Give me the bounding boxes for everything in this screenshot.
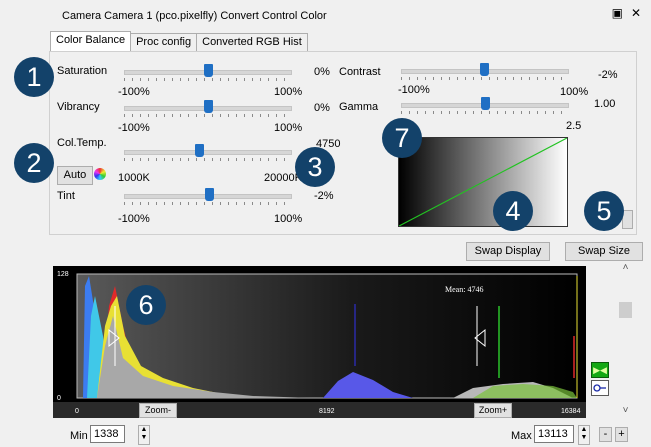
window-title: Camera Camera 1 (pco.pixelfly) Convert C… xyxy=(62,10,327,22)
min-spinner[interactable]: ▲ ▼ xyxy=(138,425,150,445)
histogram-y-max: 128 xyxy=(57,271,69,278)
gamma-curve-preview xyxy=(398,137,568,227)
vibrancy-label: Vibrancy xyxy=(57,101,100,113)
tab-bar: Color Balance Proc config Converted RGB … xyxy=(50,31,308,52)
coltemp-label: Col.Temp. xyxy=(57,137,107,149)
contrast-label: Contrast xyxy=(339,66,381,78)
histogram-mean: Mean: 4746 xyxy=(445,285,483,294)
key-icon-svg xyxy=(593,384,606,392)
zoom-minus-button[interactable]: Zoom- xyxy=(139,403,177,418)
saturation-thumb[interactable] xyxy=(204,64,213,77)
increment-button[interactable]: + xyxy=(615,427,628,442)
contrast-min: -100% xyxy=(398,84,430,96)
max-input[interactable]: 13113 xyxy=(534,425,574,443)
tint-value: -2% xyxy=(314,190,334,202)
contrast-ticks xyxy=(401,77,567,80)
vibrancy-thumb[interactable] xyxy=(204,100,213,113)
color-wheel-icon[interactable] xyxy=(94,168,106,180)
badge-6: 6 xyxy=(126,285,166,325)
coltemp-min: 1000K xyxy=(118,172,150,184)
min-input[interactable]: 1338 xyxy=(90,425,125,443)
play-markers-icon[interactable]: ▶◀ xyxy=(591,362,609,378)
badge-7: 7 xyxy=(382,118,422,158)
contrast-thumb[interactable] xyxy=(480,63,489,76)
saturation-ticks xyxy=(124,78,290,81)
vibrancy-max: 100% xyxy=(274,122,303,134)
tint-thumb[interactable] xyxy=(205,188,214,201)
vibrancy-min: -100% xyxy=(118,122,150,134)
badge-2: 2 xyxy=(14,143,54,183)
badge-3: 3 xyxy=(295,147,335,187)
swap-display-button[interactable]: Swap Display xyxy=(466,242,550,261)
tab-converted-rgb-hist[interactable]: Converted RGB Hist xyxy=(196,33,308,51)
restore-icon[interactable]: ▣ xyxy=(612,6,623,20)
badge-5: 5 xyxy=(584,191,624,231)
max-label: Max xyxy=(511,430,532,442)
badge-4: 4 xyxy=(493,191,533,231)
tint-max: 100% xyxy=(274,213,303,225)
vibrancy-ticks xyxy=(124,114,290,117)
saturation-label: Saturation xyxy=(57,65,108,77)
histogram-x-min: 0 xyxy=(75,408,79,415)
scroll-thumb[interactable] xyxy=(619,302,632,318)
tint-min: -100% xyxy=(118,213,150,225)
gamma-curve-line xyxy=(399,138,567,226)
tint-label: Tint xyxy=(57,190,75,202)
tab-proc-config[interactable]: Proc config xyxy=(130,33,198,51)
vibrancy-value: 0% xyxy=(314,102,330,114)
vertical-scrollbar[interactable]: ˄ ˅ xyxy=(617,262,634,418)
coltemp-ticks xyxy=(124,158,290,161)
zoom-plus-button[interactable]: Zoom+ xyxy=(474,403,512,418)
saturation-min: -100% xyxy=(118,86,150,98)
histogram-x-mid: 8192 xyxy=(319,408,335,415)
tab-color-balance[interactable]: Color Balance xyxy=(50,31,132,52)
coltemp-track[interactable] xyxy=(124,150,292,155)
scroll-down-icon[interactable]: ˅ xyxy=(617,405,634,416)
close-icon[interactable]: ✕ xyxy=(631,6,641,20)
swap-size-button[interactable]: Swap Size xyxy=(565,242,643,261)
min-label: Min xyxy=(70,430,88,442)
badge-1: 1 xyxy=(14,57,54,97)
contrast-value: -2% xyxy=(598,69,618,81)
tint-ticks xyxy=(124,202,290,205)
auto-button[interactable]: Auto xyxy=(57,166,93,185)
histogram-x-max: 16384 xyxy=(561,408,581,415)
gamma-max: 2.5 xyxy=(566,120,582,132)
scroll-up-icon[interactable]: ˄ xyxy=(617,262,634,274)
key-icon[interactable] xyxy=(591,380,609,396)
saturation-value: 0% xyxy=(314,66,330,78)
max-spinner[interactable]: ▲ ▼ xyxy=(578,425,590,445)
gamma-curve-svg xyxy=(399,138,567,226)
gamma-ticks xyxy=(401,111,567,114)
histogram-y-min: 0 xyxy=(57,395,61,402)
contrast-max: 100% xyxy=(560,86,589,98)
gamma-label: Gamma xyxy=(339,101,379,113)
decrement-button[interactable]: - xyxy=(599,427,612,442)
saturation-max: 100% xyxy=(274,86,303,98)
coltemp-thumb[interactable] xyxy=(195,144,204,157)
gamma-value: 1.00 xyxy=(594,98,616,110)
gamma-thumb[interactable] xyxy=(481,97,490,110)
